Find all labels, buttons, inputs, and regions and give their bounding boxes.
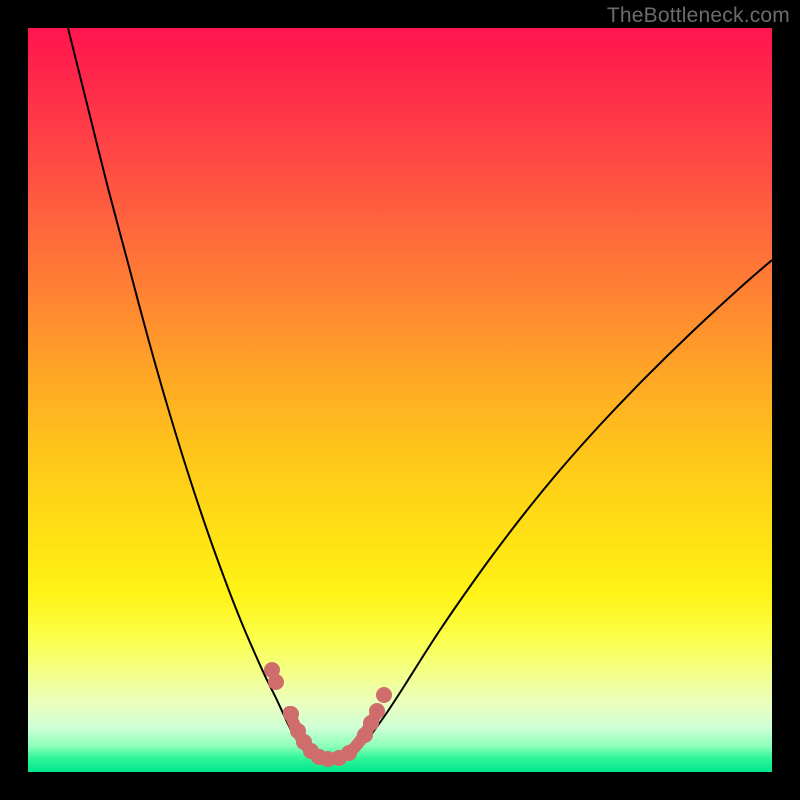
chart-frame: TheBottleneck.com <box>0 0 800 800</box>
dot-marker <box>369 703 385 719</box>
series-right-curve <box>332 260 772 759</box>
series-dots <box>264 662 392 767</box>
right-curve-path <box>332 260 772 759</box>
chart-svg <box>28 28 772 772</box>
dot-marker <box>268 674 284 690</box>
dot-marker <box>376 687 392 703</box>
left-curve-path <box>68 28 332 759</box>
watermark-text: TheBottleneck.com <box>607 4 790 28</box>
dot-marker <box>341 745 357 761</box>
series-left-curve <box>68 28 332 759</box>
chart-plot-area <box>28 28 772 772</box>
dot-marker <box>283 706 299 722</box>
